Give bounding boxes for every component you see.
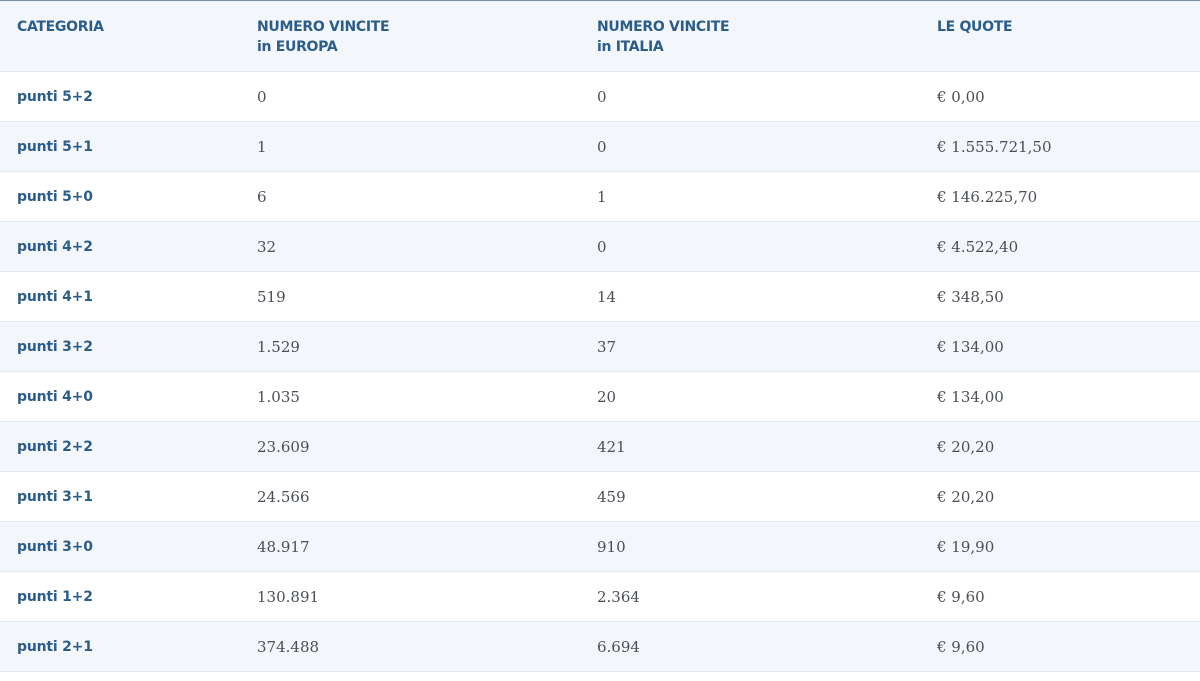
cell-vincite-italia: 910 [580, 521, 920, 572]
table-row: punti 3+0 48.917 910 € 19,90 [0, 521, 1200, 572]
cell-quota: € 134,00 [920, 371, 1200, 422]
table-row: punti 5+1 1 0 € 1.555.721,50 [0, 121, 1200, 172]
cell-vincite-italia: 0 [580, 221, 920, 272]
cell-categoria: punti 2+1 [0, 621, 240, 672]
cell-vincite-europa: 1.035 [240, 371, 580, 422]
table-row: punti 1+2 130.891 2.364 € 9,60 [0, 571, 1200, 622]
winnings-table: CATEGORIA NUMERO VINCITE in EUROPA NUMER… [0, 0, 1200, 672]
cell-quota: € 348,50 [920, 271, 1200, 322]
cell-categoria: punti 3+2 [0, 321, 240, 372]
header-categoria: CATEGORIA [0, 0, 240, 72]
table-body: punti 5+2 0 0 € 0,00 punti 5+1 1 0 € 1.5… [0, 71, 1200, 672]
table-row: punti 2+2 23.609 421 € 20,20 [0, 421, 1200, 472]
cell-quota: € 20,20 [920, 421, 1200, 472]
cell-categoria: punti 3+0 [0, 521, 240, 572]
cell-categoria: punti 1+2 [0, 571, 240, 622]
cell-vincite-europa: 32 [240, 221, 580, 272]
cell-vincite-italia: 0 [580, 121, 920, 172]
table-row: punti 3+1 24.566 459 € 20,20 [0, 471, 1200, 522]
cell-quota: € 134,00 [920, 321, 1200, 372]
cell-quota: € 19,90 [920, 521, 1200, 572]
header-quote-label: LE QUOTE [937, 19, 1013, 35]
cell-categoria: punti 5+0 [0, 171, 240, 222]
table-row: punti 3+2 1.529 37 € 134,00 [0, 321, 1200, 372]
cell-quota: € 1.555.721,50 [920, 121, 1200, 172]
cell-categoria: punti 4+2 [0, 221, 240, 272]
header-italia-line1: NUMERO VINCITE [597, 19, 730, 35]
cell-categoria: punti 5+2 [0, 71, 240, 122]
cell-quota: € 20,20 [920, 471, 1200, 522]
cell-quota: € 9,60 [920, 571, 1200, 622]
cell-quota: € 0,00 [920, 71, 1200, 122]
cell-vincite-italia: 2.364 [580, 571, 920, 622]
header-europa-line2: in EUROPA [257, 39, 338, 55]
cell-quota: € 4.522,40 [920, 221, 1200, 272]
table-row: punti 2+1 374.488 6.694 € 9,60 [0, 621, 1200, 672]
table-row: punti 4+1 519 14 € 348,50 [0, 271, 1200, 322]
cell-vincite-europa: 48.917 [240, 521, 580, 572]
header-vincite-europa: NUMERO VINCITE in EUROPA [240, 0, 580, 72]
cell-categoria: punti 5+1 [0, 121, 240, 172]
cell-vincite-europa: 1.529 [240, 321, 580, 372]
cell-vincite-europa: 23.609 [240, 421, 580, 472]
cell-vincite-europa: 6 [240, 171, 580, 222]
header-vincite-italia: NUMERO VINCITE in ITALIA [580, 0, 920, 72]
table-row: punti 4+0 1.035 20 € 134,00 [0, 371, 1200, 422]
table-row: punti 5+2 0 0 € 0,00 [0, 71, 1200, 122]
cell-categoria: punti 3+1 [0, 471, 240, 522]
cell-vincite-italia: 6.694 [580, 621, 920, 672]
table-row: punti 5+0 6 1 € 146.225,70 [0, 171, 1200, 222]
header-categoria-label: CATEGORIA [17, 19, 104, 35]
cell-vincite-europa: 24.566 [240, 471, 580, 522]
cell-vincite-italia: 0 [580, 71, 920, 122]
header-europa-line1: NUMERO VINCITE [257, 19, 390, 35]
header-italia-line2: in ITALIA [597, 39, 664, 55]
cell-vincite-europa: 130.891 [240, 571, 580, 622]
cell-categoria: punti 4+1 [0, 271, 240, 322]
cell-quota: € 146.225,70 [920, 171, 1200, 222]
cell-vincite-europa: 519 [240, 271, 580, 322]
cell-vincite-italia: 459 [580, 471, 920, 522]
table-row: punti 4+2 32 0 € 4.522,40 [0, 221, 1200, 272]
cell-vincite-italia: 421 [580, 421, 920, 472]
cell-vincite-italia: 1 [580, 171, 920, 222]
cell-categoria: punti 4+0 [0, 371, 240, 422]
table-header: CATEGORIA NUMERO VINCITE in EUROPA NUMER… [0, 0, 1200, 72]
header-quote: LE QUOTE [920, 0, 1200, 72]
header-row: CATEGORIA NUMERO VINCITE in EUROPA NUMER… [0, 0, 1200, 72]
cell-categoria: punti 2+2 [0, 421, 240, 472]
cell-vincite-europa: 374.488 [240, 621, 580, 672]
cell-vincite-italia: 37 [580, 321, 920, 372]
cell-vincite-italia: 20 [580, 371, 920, 422]
cell-vincite-italia: 14 [580, 271, 920, 322]
cell-vincite-europa: 0 [240, 71, 580, 122]
cell-quota: € 9,60 [920, 621, 1200, 672]
cell-vincite-europa: 1 [240, 121, 580, 172]
